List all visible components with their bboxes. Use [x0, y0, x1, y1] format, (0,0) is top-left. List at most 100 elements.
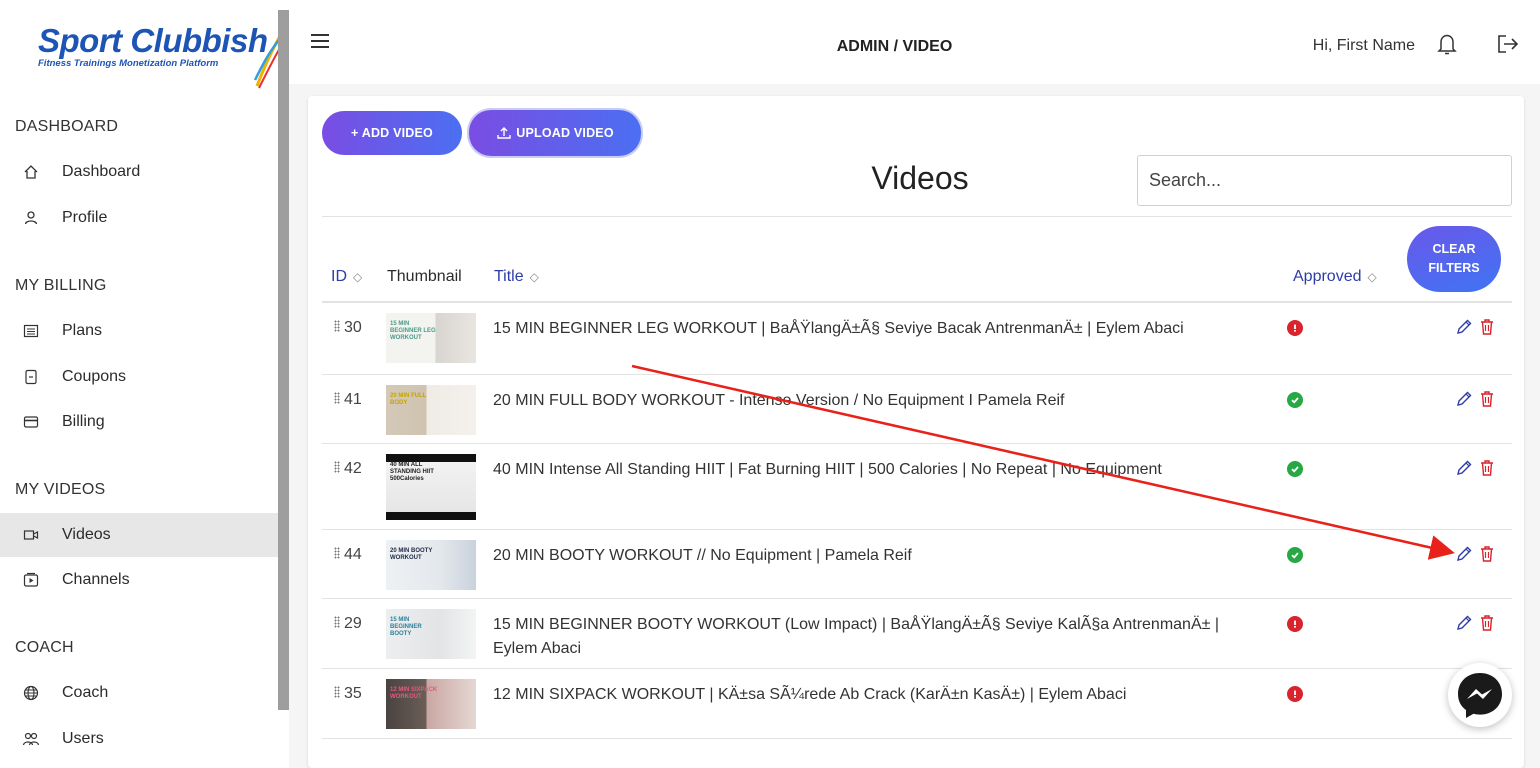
- table-row[interactable]: 30 15 MIN BEGINNER LEG WORKOUT 15 MIN BEGI…: [322, 303, 1512, 375]
- sidebar-item-coach[interactable]: Coach: [0, 671, 278, 715]
- table-row[interactable]: 29 15 MIN BEGINNER BOOTY 15 MIN BEGINNER B…: [322, 599, 1512, 669]
- video-title: 20 MIN FULL BODY WORKOUT - Intense Versi…: [493, 392, 1065, 409]
- topbar: ADMIN / VIDEO Hi, First Name: [289, 0, 1540, 84]
- delete-trash-icon[interactable]: [1479, 318, 1495, 336]
- approved-check-icon: [1287, 547, 1303, 563]
- sidebar-item-profile[interactable]: Profile: [0, 196, 278, 240]
- video-title: 15 MIN BEGINNER LEG WORKOUT | BaÅŸlangÄ±…: [493, 320, 1184, 337]
- table-row[interactable]: 41 20 MIN FULL BODY 20 MIN FULL BODY WORKO…: [322, 375, 1512, 444]
- sidebar-item-label: Users: [62, 730, 104, 747]
- video-thumbnail[interactable]: 20 MIN FULL BODY: [386, 385, 476, 435]
- drag-handle-icon[interactable]: [334, 320, 340, 332]
- column-header-approved[interactable]: Approved ◇: [1293, 268, 1377, 286]
- sidebar-item-channels[interactable]: Channels: [0, 558, 278, 602]
- row-actions: [1455, 318, 1495, 336]
- delete-trash-icon[interactable]: [1479, 545, 1495, 563]
- row-id-cell[interactable]: 41: [334, 391, 362, 409]
- row-actions: [1455, 390, 1495, 408]
- video-thumbnail[interactable]: 15 MIN BEGINNER LEG WORKOUT: [386, 313, 476, 363]
- sidebar-item-users[interactable]: Users: [0, 717, 278, 761]
- messenger-chat-button[interactable]: [1448, 663, 1512, 727]
- column-header-id-label: ID: [331, 268, 347, 285]
- sidebar-item-label: Channels: [62, 571, 130, 588]
- video-thumbnail[interactable]: 20 MIN BOOTY WORKOUT: [386, 540, 476, 590]
- row-id: 42: [344, 460, 362, 477]
- sidebar-item-plans[interactable]: Plans: [0, 309, 278, 353]
- drag-handle-icon[interactable]: [334, 392, 340, 404]
- row-id: 35: [344, 685, 362, 702]
- sidebar-item-label: Coupons: [62, 368, 127, 385]
- brand-logo[interactable]: Sport Clubbish Fitness Trainings Monetiz…: [38, 22, 288, 89]
- clear-filters-label-2: FILTERS: [1428, 261, 1480, 275]
- users-icon: [22, 730, 40, 748]
- sidebar-item-videos[interactable]: Videos: [0, 513, 278, 557]
- section-title-billing: MY BILLING: [15, 277, 107, 294]
- video-icon: [22, 526, 40, 544]
- sort-icon: ◇: [353, 270, 363, 284]
- sidebar-item-dashboard[interactable]: Dashboard: [0, 150, 278, 194]
- messenger-icon: [1458, 673, 1502, 718]
- sort-icon: ◇: [1367, 270, 1377, 284]
- approved-check-icon: [1287, 461, 1303, 477]
- video-title: 12 MIN SIXPACK WORKOUT | KÄ±sa SÃ¼rede A…: [493, 686, 1127, 703]
- bell-icon[interactable]: [1436, 32, 1458, 56]
- sidebar-scrollbar[interactable]: [278, 10, 289, 710]
- row-id-cell[interactable]: 35: [334, 685, 362, 703]
- drag-handle-icon[interactable]: [334, 616, 340, 628]
- table-row[interactable]: 44 20 MIN BOOTY WORKOUT 20 MIN BOOTY WORKO…: [322, 530, 1512, 599]
- video-thumbnail[interactable]: 12 MIN SIXPACK WORKOUT: [386, 679, 476, 729]
- channel-icon: [22, 571, 40, 589]
- drag-handle-icon[interactable]: [334, 547, 340, 559]
- clear-filters-button[interactable]: CLEAR FILTERS: [1407, 226, 1501, 292]
- home-icon: [22, 163, 40, 181]
- logout-icon[interactable]: [1496, 33, 1520, 55]
- edit-pencil-icon[interactable]: [1455, 318, 1473, 336]
- not-approved-alert-icon: [1287, 320, 1303, 336]
- column-header-title-label: Title: [494, 268, 524, 285]
- user-greeting: Hi, First Name: [1312, 37, 1415, 54]
- table-row[interactable]: 35 12 MIN SIXPACK WORKOUT 12 MIN SIXPACK W…: [322, 669, 1512, 739]
- sidebar-item-billing[interactable]: Billing: [0, 400, 278, 444]
- column-header-id[interactable]: ID ◇: [331, 268, 362, 286]
- add-video-button[interactable]: + ADD VIDEO: [322, 111, 462, 155]
- search-input[interactable]: [1137, 155, 1512, 206]
- edit-pencil-icon[interactable]: [1455, 545, 1473, 563]
- edit-pencil-icon[interactable]: [1455, 614, 1473, 632]
- thumbnail-caption: 15 MIN BEGINNER LEG WORKOUT: [390, 321, 436, 341]
- list-icon: [22, 322, 40, 340]
- edit-pencil-icon[interactable]: [1455, 459, 1473, 477]
- row-id-cell[interactable]: 29: [334, 615, 362, 633]
- video-thumbnail[interactable]: 15 MIN BEGINNER BOOTY: [386, 609, 476, 659]
- delete-trash-icon[interactable]: [1479, 459, 1495, 477]
- table-row[interactable]: 42 40 MIN ALL STANDING HIIT 500Calories 40…: [322, 444, 1512, 530]
- row-id: 30: [344, 319, 362, 336]
- row-id-cell[interactable]: 42: [334, 460, 362, 478]
- thumbnail-caption: 20 MIN FULL BODY: [390, 393, 427, 406]
- sidebar: Sport Clubbish Fitness Trainings Monetiz…: [0, 0, 283, 768]
- delete-trash-icon[interactable]: [1479, 390, 1495, 408]
- row-actions: [1455, 459, 1495, 477]
- sidebar-item-label: Plans: [62, 322, 103, 339]
- sidebar-item-coupons[interactable]: Coupons: [0, 355, 278, 399]
- drag-handle-icon[interactable]: [334, 461, 340, 473]
- row-id-cell[interactable]: 30: [334, 319, 362, 337]
- row-id-cell[interactable]: 44: [334, 546, 362, 564]
- upload-video-label: UPLOAD VIDEO: [516, 126, 614, 140]
- page-title: Videos: [871, 160, 969, 196]
- edit-pencil-icon[interactable]: [1455, 390, 1473, 408]
- card-icon: [22, 413, 40, 431]
- brand-name: Sport Clubbish: [38, 22, 268, 59]
- user-icon: [22, 209, 40, 227]
- video-thumbnail[interactable]: 40 MIN ALL STANDING HIIT 500Calories: [386, 454, 476, 520]
- thumbnail-caption: 12 MIN SIXPACK WORKOUT: [390, 687, 438, 700]
- sidebar-item-label: Videos: [62, 526, 111, 543]
- drag-handle-icon[interactable]: [334, 686, 340, 698]
- not-approved-alert-icon: [1287, 616, 1303, 632]
- section-title-videos: MY VIDEOS: [15, 481, 106, 498]
- row-id: 29: [344, 615, 362, 632]
- column-header-title[interactable]: Title ◇: [494, 268, 539, 286]
- row-actions: [1455, 614, 1495, 632]
- delete-trash-icon[interactable]: [1479, 614, 1495, 632]
- upload-video-button[interactable]: UPLOAD VIDEO: [469, 110, 641, 156]
- video-title: 15 MIN BEGINNER BOOTY WORKOUT (Low Impac…: [493, 616, 1219, 657]
